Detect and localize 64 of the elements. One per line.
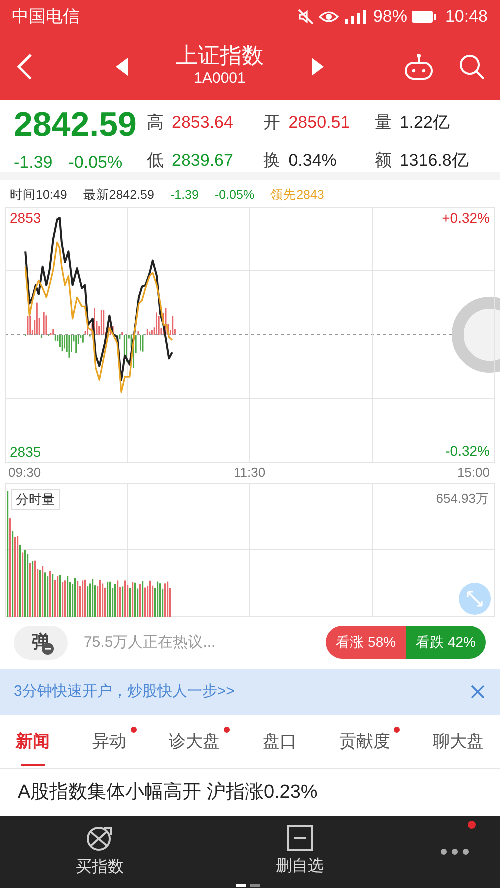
more-icon (440, 848, 470, 856)
axis-label: 2853 (10, 210, 42, 226)
ring-icon (450, 296, 500, 373)
stat-value: 1316.8亿 (400, 150, 469, 172)
search-button[interactable] (458, 53, 486, 81)
legend-text: 领先2843 (270, 187, 324, 204)
axis-label: -0.32% (446, 442, 490, 459)
previous-button[interactable] (116, 55, 128, 79)
discussion-text: 75.5万人正在热议... (84, 632, 216, 652)
price-change: -1.39 (14, 152, 53, 174)
stat-label: 额 (374, 150, 392, 172)
page-title: 上证指数 (176, 44, 264, 68)
carrier-name: 中国电信 (12, 6, 80, 28)
stat-label: 换 (264, 150, 281, 172)
battery-icon (411, 10, 438, 24)
tab[interactable]: 新闻 (10, 716, 56, 766)
tab[interactable]: 诊大盘 (163, 716, 226, 766)
stat-value: 0.34% (288, 150, 337, 172)
chart-label: 分时量 (11, 488, 60, 510)
triangle-right-icon (312, 58, 324, 76)
button-label: 删自选 (276, 856, 324, 877)
legend-text: -0.05% (214, 187, 255, 204)
tab[interactable]: 贡献度 (333, 716, 396, 766)
eye-icon (319, 9, 340, 25)
axis-label: 654.93万 (436, 490, 489, 508)
stat-value: 2839.67 (172, 150, 234, 172)
search-icon (458, 53, 486, 81)
axis-label: 11:30 (234, 464, 266, 482)
axis-label: +0.32% (442, 210, 490, 226)
robot-icon (404, 53, 434, 81)
robot-button[interactable] (404, 53, 434, 81)
tab[interactable]: 异动 (86, 716, 133, 766)
stat-label: 高 (147, 112, 164, 134)
battery-percent: 98% (373, 6, 408, 28)
mute-icon (297, 8, 316, 26)
stat-value: 2850.51 (288, 112, 350, 134)
expand-icon (466, 590, 484, 608)
news-headline[interactable]: A股指数集体小幅高开 沪指涨0.23% (0, 768, 500, 819)
stat-label: 低 (147, 150, 164, 172)
last-price: 2842.59 (14, 108, 138, 142)
remove-watchlist-button[interactable]: 删自选 (200, 824, 400, 880)
button-label: 买指数 (76, 858, 124, 878)
axis-label: 15:00 (457, 464, 490, 482)
triangle-left-icon (116, 58, 128, 76)
percent-change: -0.05% (68, 152, 123, 174)
stat-label: 量 (374, 112, 392, 134)
legend-text: -1.39 (170, 187, 199, 204)
stat-label: 开 (264, 112, 281, 134)
clock-time: 10:48 (445, 6, 488, 28)
bearish-button[interactable]: 看跌 42% (406, 626, 486, 660)
close-icon (470, 684, 486, 700)
bullish-button[interactable]: 看涨 58% (326, 626, 406, 660)
next-button[interactable] (312, 55, 324, 79)
stat-value: 2853.64 (172, 112, 234, 134)
tab[interactable]: 聊大盘 (426, 716, 490, 766)
minus-square-icon (287, 825, 313, 851)
legend-text: 时间10:49 (10, 187, 68, 204)
axis-label: 2835 (10, 444, 42, 460)
stat-value: 1.22亿 (400, 112, 450, 134)
axis-label: 09:30 (8, 464, 42, 482)
legend-text: 最新2842.59 (83, 187, 154, 204)
buy-index-button[interactable]: 买指数 (0, 823, 200, 881)
tab[interactable]: 盘口 (256, 716, 303, 766)
index-code: 1A0001 (193, 68, 247, 89)
